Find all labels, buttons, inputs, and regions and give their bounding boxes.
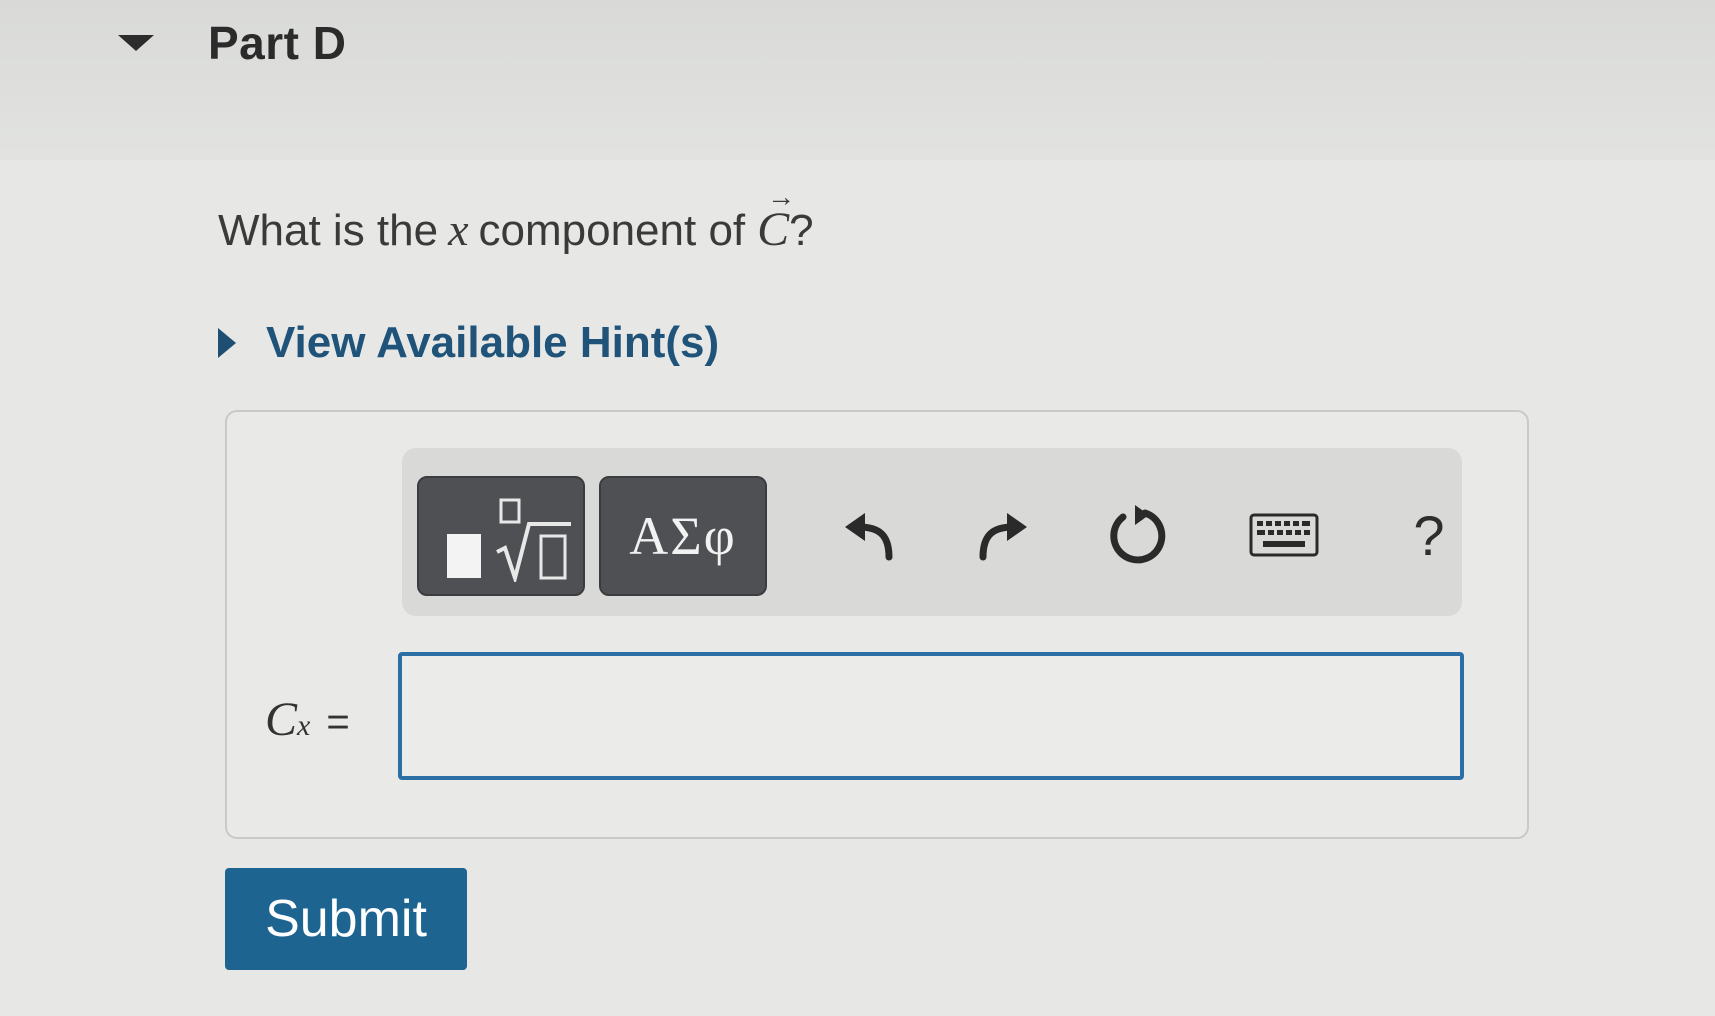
math-toolbar: ΑΣφ ? [402,448,1462,616]
question-text: What is the x component of → C ? [218,182,814,257]
answer-label: Cx = [265,692,350,747]
answer-input[interactable] [398,652,1464,780]
submit-button[interactable]: Submit [225,868,467,970]
question-middle: component of [478,206,746,255]
answer-card: ΑΣφ ? C x = [225,410,1529,839]
templates-icon [447,534,481,578]
part-header[interactable]: Part D [118,16,346,70]
redo-icon[interactable] [966,498,1040,572]
part-title: Part D [208,17,347,69]
view-hints-link[interactable]: View Available Hint(s) [218,318,719,368]
question-prefix: What is the [218,206,439,255]
reset-icon[interactable] [1100,498,1174,572]
answer-label-sub: x [297,709,311,742]
symbols-button[interactable]: ΑΣφ [599,476,767,596]
answer-label-var: C [265,693,298,746]
symbols-label: ΑΣφ [629,506,737,566]
collapse-caret-icon[interactable] [118,35,154,51]
templates-button[interactable] [417,476,585,596]
help-button[interactable]: ? [1392,498,1466,572]
equals-sign: = [326,700,350,744]
keyboard-icon[interactable] [1247,498,1321,572]
hints-label: View Available Hint(s) [266,318,720,367]
radical-icon [496,498,571,582]
question-vector: → C [757,182,795,257]
question-variable: x [448,204,469,255]
vector-arrow-icon: → [767,182,796,213]
undo-icon[interactable] [832,498,906,572]
expand-caret-icon [218,328,236,358]
